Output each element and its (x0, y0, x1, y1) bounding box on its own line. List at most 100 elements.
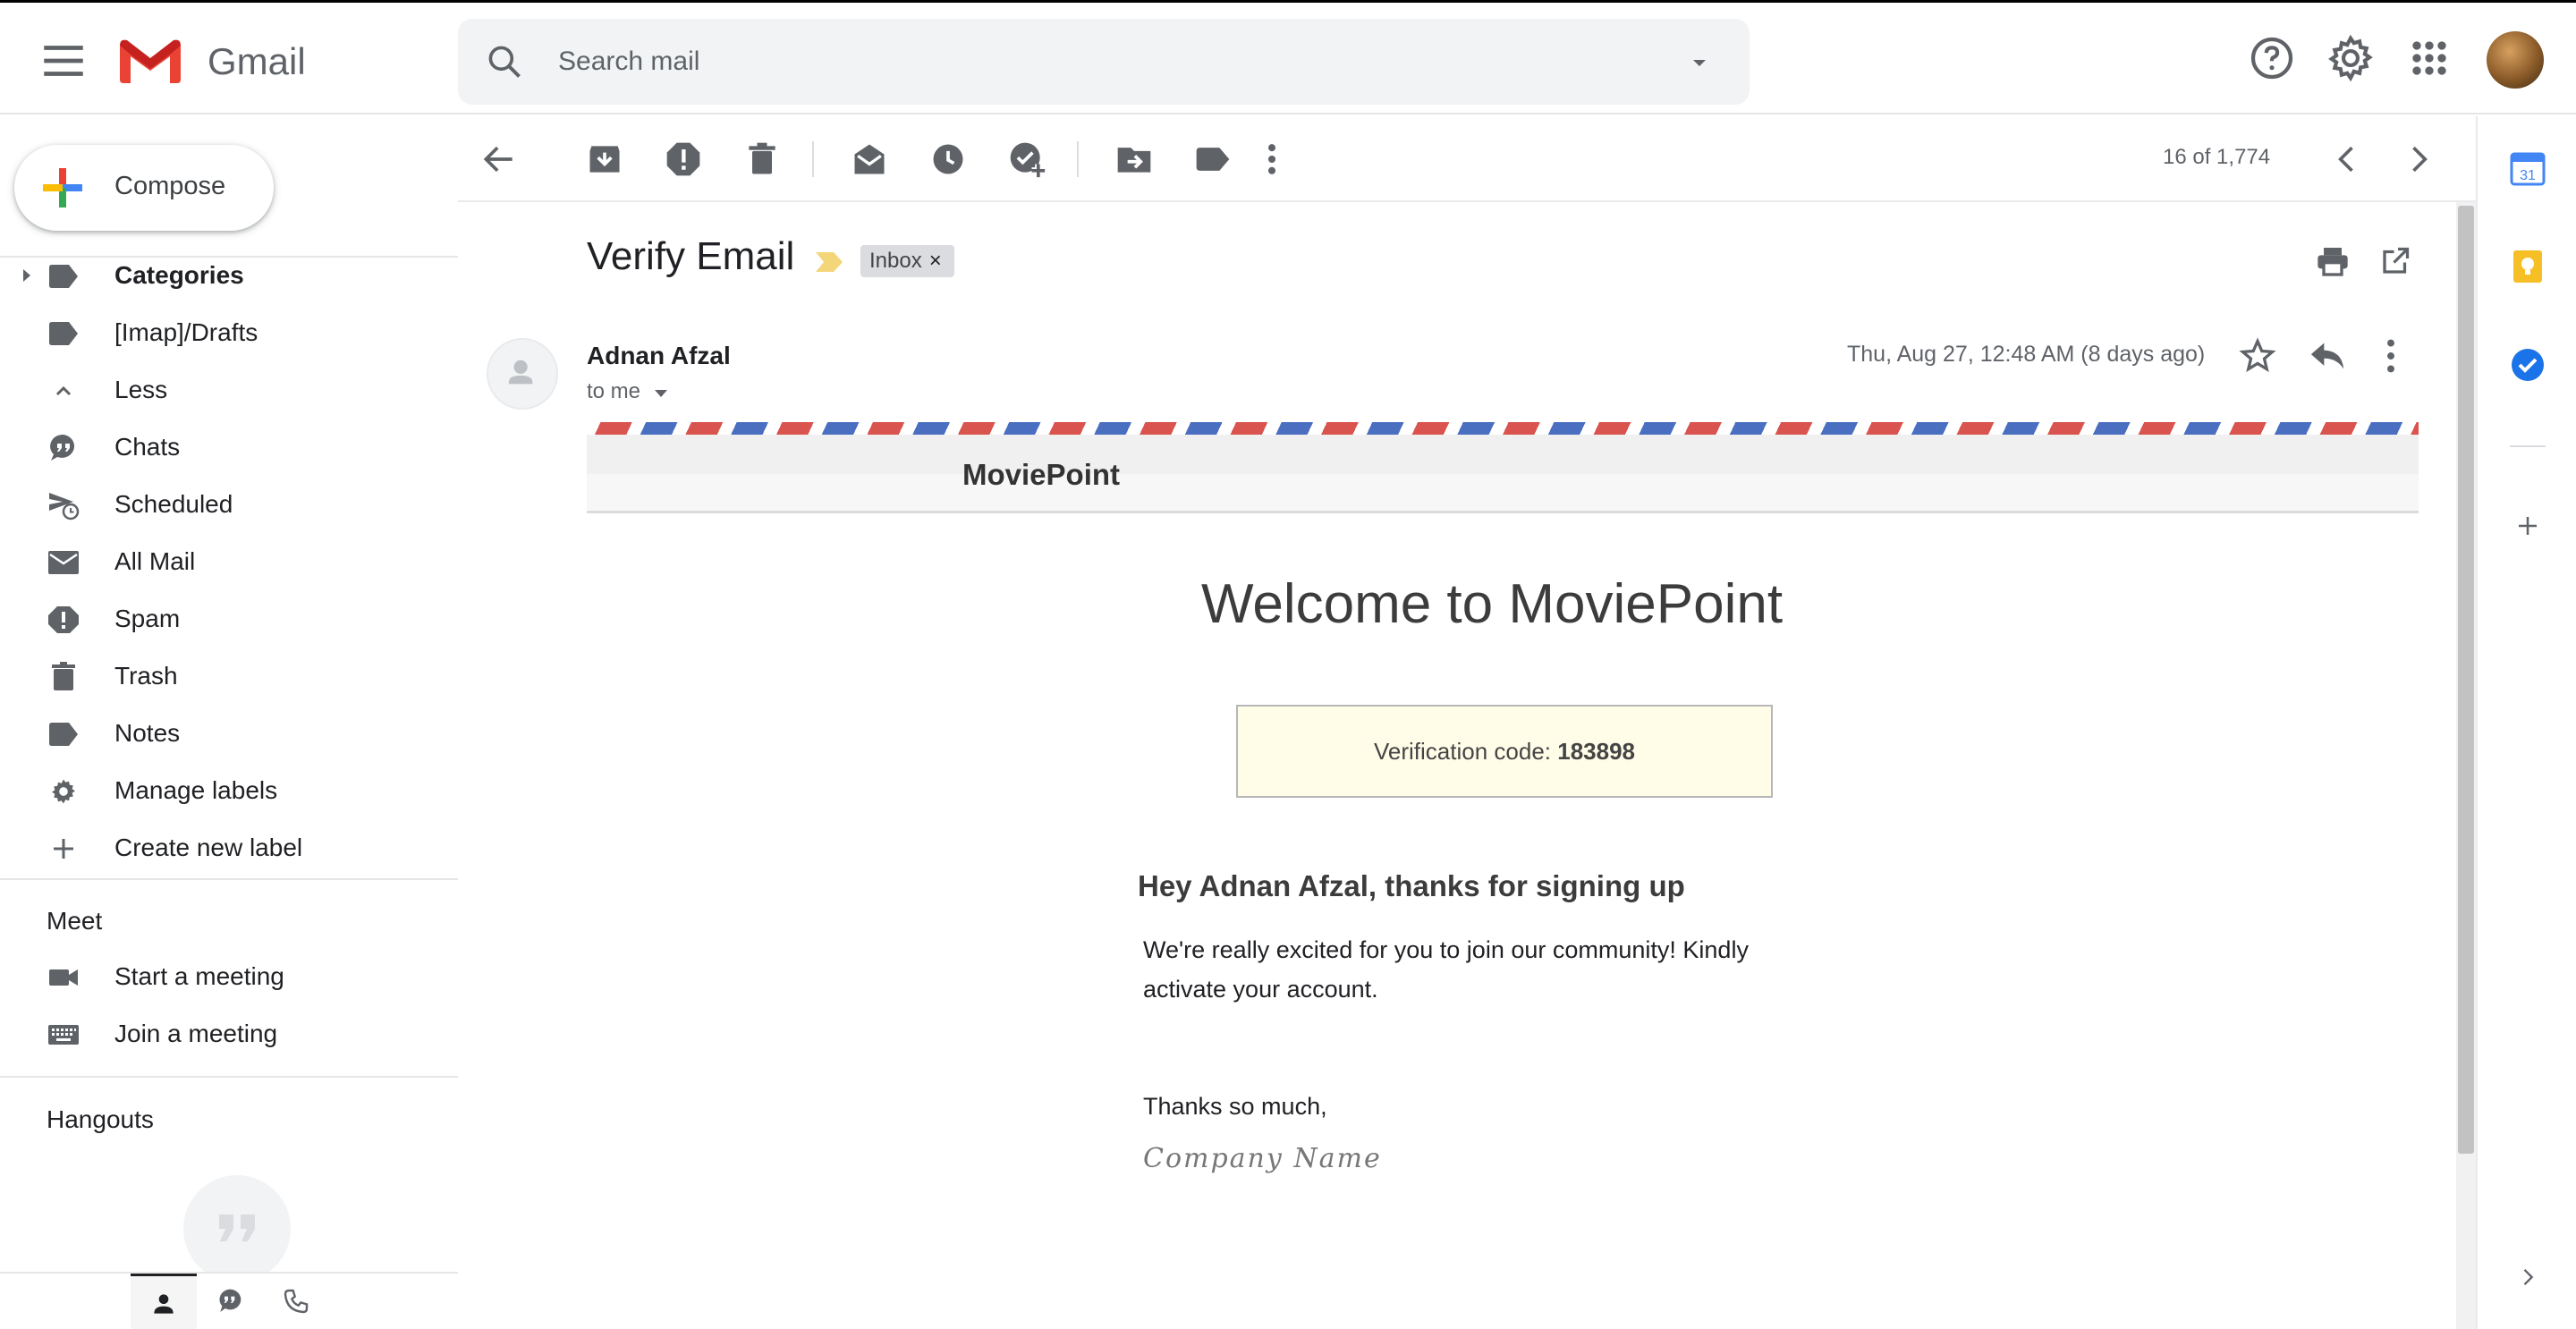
sender-avatar[interactable] (487, 338, 558, 410)
help-button[interactable] (2247, 33, 2297, 83)
brand-name: MoviePoint (962, 458, 1121, 491)
hangouts-placeholder (183, 1175, 291, 1282)
nav-item-chats[interactable]: Chats (0, 419, 458, 476)
mark-unread-icon[interactable] (850, 140, 889, 179)
account-avatar[interactable] (2487, 31, 2544, 89)
scheduled-send-icon (49, 493, 80, 521)
label-icon[interactable] (1193, 140, 1233, 179)
contacts-tab[interactable] (131, 1274, 197, 1329)
hamburger-menu-icon (44, 46, 83, 76)
search-bar[interactable] (458, 19, 1750, 105)
nav-item-spam[interactable]: Spam (0, 590, 458, 648)
nav-item-label: Start a meeting (114, 962, 284, 990)
older-chevron-right-icon[interactable] (2399, 140, 2438, 179)
search-icon[interactable] (485, 42, 524, 81)
nav-item-label: Join a meeting (114, 1020, 278, 1047)
join-meeting-button[interactable]: Join a meeting (0, 1005, 458, 1062)
delete-icon[interactable] (742, 140, 782, 179)
hangouts-footer (0, 1272, 458, 1329)
phone-icon (284, 1289, 309, 1314)
chevron-right-icon[interactable] (2515, 1265, 2540, 1290)
importance-marker-icon[interactable] (814, 250, 844, 274)
nav-item-label: Less (114, 376, 168, 403)
get-addons-button[interactable] (2508, 506, 2547, 546)
nav-item-create-new-label[interactable]: Create new label (0, 819, 458, 876)
toolbar-separator (1077, 141, 1079, 177)
plus-icon (54, 839, 73, 859)
nav-item-scheduled[interactable]: Scheduled (0, 476, 458, 533)
nav-item-notes[interactable]: Notes (0, 705, 458, 762)
search-input[interactable] (558, 19, 1631, 105)
nav-item-manage-labels[interactable]: Manage labels (0, 762, 458, 819)
message-date: Thu, Aug 27, 12:48 AM (8 days ago) (1847, 342, 2206, 367)
archive-icon[interactable] (585, 140, 624, 179)
gmail-logo[interactable] (116, 37, 184, 85)
calendar-day: 31 (2520, 168, 2536, 183)
show-details-chevron-down-icon[interactable] (653, 388, 669, 399)
newer-chevron-left-icon[interactable] (2327, 140, 2367, 179)
compose-label: Compose (114, 172, 226, 200)
nav-item-label: All Mail (114, 547, 196, 575)
open-in-new-window-icon[interactable] (2379, 245, 2411, 277)
person-icon (154, 1294, 174, 1314)
label-icon (49, 265, 78, 288)
sender-name[interactable]: Adnan Afzal (587, 342, 731, 370)
nav-item-label: [Imap]/Drafts (114, 318, 258, 346)
report-spam-icon[interactable] (664, 140, 703, 179)
hangouts-quote-icon (219, 1215, 255, 1241)
star-icon[interactable] (2238, 336, 2277, 376)
recipient-details[interactable]: to me (587, 379, 640, 404)
move-to-icon[interactable] (1114, 140, 1154, 179)
inbox-chip-label: Inbox (869, 249, 922, 273)
more-vertical-icon[interactable] (2383, 336, 2399, 376)
pagination-count: 16 of 1,774 (2163, 145, 2271, 169)
expand-arrow-icon[interactable] (21, 268, 32, 283)
welcome-heading: Welcome to MoviePoint (1200, 573, 1784, 635)
tasks-addon-button[interactable] (2508, 345, 2547, 385)
chat-icon (219, 1289, 242, 1312)
side-panel: 31 (2476, 116, 2576, 1329)
main-menu-button[interactable] (38, 35, 89, 87)
divider (0, 1076, 458, 1078)
nav-item-imap-drafts[interactable]: [Imap]/Drafts (0, 304, 458, 361)
scrollbar-thumb[interactable] (2458, 206, 2474, 1154)
video-camera-icon (49, 969, 78, 986)
default-person-icon (508, 360, 533, 385)
compose-button[interactable]: Compose (14, 145, 274, 231)
inbox-label-chip: Inbox × (860, 245, 954, 277)
email-header-banner: MoviePoint (587, 422, 2419, 513)
message-view: 16 of 1,774 Verify Email Inbox × Adnan Af… (458, 116, 2476, 1329)
message-toolbar: 16 of 1,774 (458, 116, 2476, 202)
mail-icon (48, 551, 79, 574)
body-paragraph: We're really excited for you to join our… (1143, 936, 1749, 1003)
phone-tab[interactable] (263, 1274, 329, 1329)
chat-icon (50, 434, 75, 461)
keep-addon-button[interactable] (2508, 247, 2547, 286)
search-options-chevron-down-icon[interactable] (1689, 53, 1710, 74)
start-meeting-button[interactable]: Start a meeting (0, 948, 458, 1005)
nav-item-all-mail[interactable]: All Mail (0, 533, 458, 590)
add-to-tasks-icon[interactable] (1007, 140, 1046, 179)
nav-item-label: Create new label (114, 834, 303, 861)
remove-label-button[interactable]: × (929, 249, 942, 273)
nav-item-trash[interactable]: Trash (0, 648, 458, 705)
reply-icon[interactable] (2308, 338, 2347, 374)
left-navigation: Compose Categories [Imap]/Drafts Less Ch… (0, 116, 458, 1329)
conversations-tab[interactable] (197, 1274, 263, 1329)
snooze-clock-icon[interactable] (928, 140, 968, 179)
nav-item-categories[interactable]: Categories (0, 247, 458, 304)
gear-icon (2328, 34, 2373, 82)
calendar-addon-button[interactable]: 31 (2508, 148, 2547, 188)
keep-bulb-icon (2513, 250, 2542, 283)
print-icon[interactable] (2315, 243, 2351, 279)
nav-item-less[interactable]: Less (0, 361, 458, 419)
calendar-icon: 31 (2510, 152, 2546, 186)
more-vertical-icon[interactable] (1263, 140, 1281, 179)
back-arrow-icon[interactable] (479, 140, 519, 179)
apps-grid-icon (2412, 41, 2446, 75)
apps-button[interactable] (2404, 33, 2454, 83)
nav-item-label: Categories (114, 261, 244, 289)
verification-code-value: 183898 (1557, 738, 1635, 765)
tasks-check-icon (2512, 349, 2544, 381)
settings-button[interactable] (2326, 33, 2376, 83)
